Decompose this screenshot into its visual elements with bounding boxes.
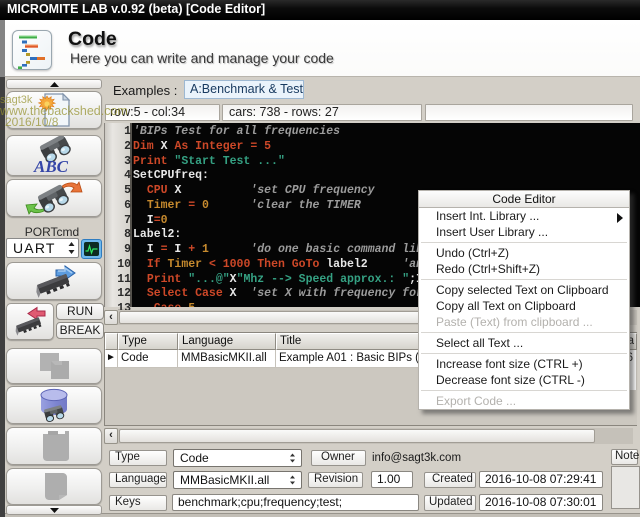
svg-text:ABC: ABC	[33, 157, 69, 175]
